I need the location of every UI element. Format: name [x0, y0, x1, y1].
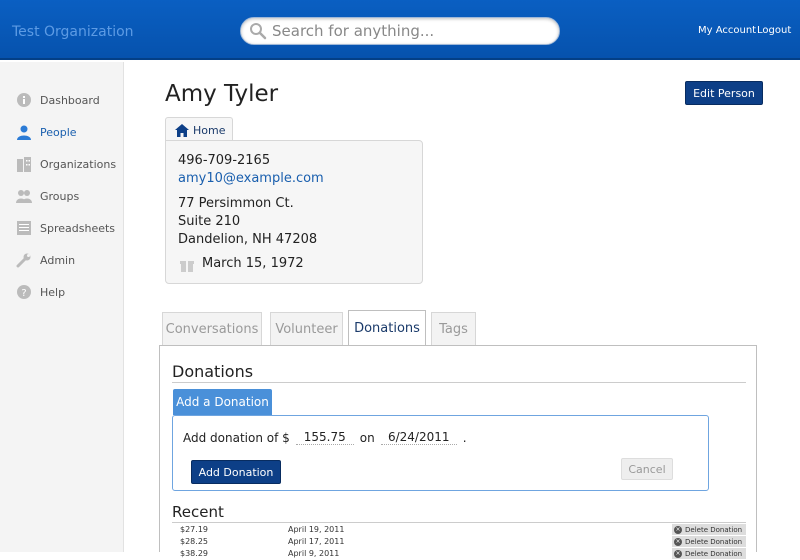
my-account-link[interactable]: My Account [698, 25, 756, 36]
divider [172, 522, 746, 523]
sidebar-item-label: Dashboard [40, 93, 100, 107]
delete-donation-button[interactable]: × Delete Donation [672, 548, 746, 559]
donation-amount-input[interactable] [295, 430, 354, 445]
search-icon [250, 23, 267, 40]
top-header: Test Organization My Account Logout [0, 0, 800, 60]
donation-row: $28.25 April 17, 2011 × Delete Donation [172, 536, 746, 548]
home-tab[interactable]: Home [165, 117, 233, 142]
tab-conversations[interactable]: Conversations [162, 312, 262, 345]
org-name[interactable]: Test Organization [12, 24, 134, 40]
sidebar-item-spreadsheets[interactable]: Spreadsheets [16, 218, 120, 238]
search-input[interactable] [272, 21, 552, 41]
home-tab-label: Home [193, 123, 226, 137]
donations-panel: Donations Add a Donation Add donation of… [159, 345, 757, 559]
add-donation-prefix: Add donation of $ [183, 430, 290, 445]
delete-donation-button[interactable]: × Delete Donation [672, 524, 746, 535]
email-link[interactable]: amy10@example.com [178, 171, 324, 186]
on-label: on [359, 430, 375, 445]
page-title: Amy Tyler [165, 81, 279, 107]
add-donation-button[interactable]: Add Donation [191, 460, 281, 484]
spreadsheet-icon [17, 221, 31, 235]
cancel-button[interactable]: Cancel [621, 458, 673, 480]
phone-number: 496-709-2165 [178, 153, 271, 168]
wrench-icon [16, 253, 31, 268]
delete-donation-button[interactable]: × Delete Donation [672, 536, 746, 547]
close-icon: × [674, 525, 682, 534]
sidebar-item-admin[interactable]: Admin [16, 250, 120, 270]
tab-tags[interactable]: Tags [431, 312, 476, 345]
sidebar-item-dashboard[interactable]: Dashboard [16, 90, 120, 110]
contact-card: 496-709-2165 amy10@example.com 77 Persim… [165, 140, 423, 284]
search-box[interactable] [240, 17, 560, 45]
close-icon: × [674, 537, 682, 546]
add-donation-form: Add donation of $ on . Add Donation Canc… [172, 415, 709, 491]
sidebar-item-label: Admin [40, 253, 76, 267]
sidebar-item-label: Help [40, 285, 66, 299]
home-icon [175, 123, 189, 137]
address-line-1: 77 Persimmon Ct. [178, 196, 294, 211]
help-icon: ? [17, 285, 31, 299]
donation-row: $38.29 April 9, 2011 × Delete Donation [172, 548, 746, 560]
add-donation-row: Add donation of $ on . [183, 430, 467, 445]
address-city-state-zip: Dandelion, NH 47208 [178, 232, 318, 247]
gift-icon [180, 261, 194, 272]
add-donation-suffix: . [462, 430, 467, 445]
sidebar-item-label: Organizations [40, 157, 117, 171]
add-donation-tab[interactable]: Add a Donation [173, 389, 272, 415]
sidebar-item-label: Spreadsheets [40, 221, 116, 235]
sidebar-item-label: People [40, 125, 77, 139]
donation-amount: $28.25 [180, 537, 208, 546]
svg-text:?: ? [21, 288, 26, 299]
person-icon [17, 125, 31, 140]
delete-label: Delete Donation [685, 525, 743, 534]
edit-person-button[interactable]: Edit Person [685, 81, 763, 105]
donation-date: April 9, 2011 [288, 549, 340, 558]
sidebar: Dashboard People Organizations Groups Sp… [0, 62, 124, 552]
sidebar-item-label: Groups [40, 189, 80, 203]
donation-date: April 17, 2011 [288, 537, 345, 546]
birthday: March 15, 1972 [202, 256, 304, 271]
tab-volunteer[interactable]: Volunteer [270, 312, 343, 345]
tab-donations[interactable]: Donations [348, 310, 426, 346]
sidebar-item-help[interactable]: ? Help [16, 282, 120, 302]
donation-amount: $38.29 [180, 549, 208, 558]
donation-date: April 19, 2011 [288, 525, 345, 534]
donations-title: Donations [172, 362, 254, 381]
sidebar-item-groups[interactable]: Groups [16, 186, 120, 206]
divider [172, 382, 746, 383]
delete-label: Delete Donation [685, 549, 743, 558]
donation-date-input[interactable] [380, 430, 457, 445]
address-line-2: Suite 210 [178, 214, 241, 229]
close-icon: × [674, 549, 682, 558]
info-icon [17, 93, 31, 107]
logout-link[interactable]: Logout [757, 25, 791, 36]
recent-title: Recent [172, 503, 224, 521]
sidebar-item-organizations[interactable]: Organizations [16, 154, 120, 174]
donation-row: $27.19 April 19, 2011 × Delete Donation [172, 524, 746, 536]
donation-amount: $27.19 [180, 525, 208, 534]
delete-label: Delete Donation [685, 537, 743, 546]
building-icon [17, 157, 31, 172]
sidebar-item-people[interactable]: People [16, 122, 120, 142]
group-icon [16, 190, 32, 203]
